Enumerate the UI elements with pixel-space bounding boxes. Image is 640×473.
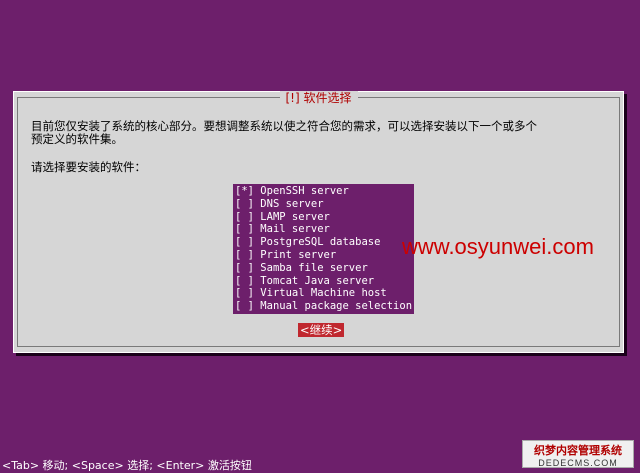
checkbox-mark[interactable]: [ ]: [235, 249, 254, 261]
software-checkbox-item[interactable]: [ ] Mail server: [235, 223, 414, 236]
software-list[interactable]: [*] OpenSSH server[ ] DNS server[ ] LAMP…: [233, 184, 414, 314]
checkbox-label: Mail server: [260, 223, 330, 236]
checkbox-mark[interactable]: [*]: [235, 185, 254, 197]
description-line-2: 预定义的软件集。: [31, 132, 123, 146]
checkbox-label: LAMP server: [260, 210, 330, 223]
checkbox-label: Virtual Machine host: [260, 287, 387, 300]
software-checkbox-item[interactable]: [ ] DNS server: [235, 198, 414, 211]
software-checkbox-item[interactable]: [ ] Tomcat Java server: [235, 275, 414, 288]
software-checkbox-item[interactable]: [ ] LAMP server: [235, 211, 414, 224]
checkbox-label: Tomcat Java server: [260, 274, 375, 287]
software-selection-dialog: [!] 软件选择 目前您仅安装了系统的核心部分。要想调整系统以使之符合您的需求，…: [13, 91, 624, 353]
logo-line-2: DEDECMS.COM: [538, 458, 618, 468]
checkbox-mark[interactable]: [ ]: [235, 223, 254, 235]
software-checkbox-item[interactable]: [ ] Print server: [235, 249, 414, 262]
watermark-text: www.osyunwei.com: [402, 234, 594, 259]
checkbox-mark[interactable]: [ ]: [235, 198, 254, 210]
dialog-title: [!] 软件选择: [18, 89, 619, 106]
checkbox-label: Manual package selection: [260, 300, 413, 313]
dialog-description: 目前您仅安装了系统的核心部分。要想调整系统以使之符合您的需求，可以选择安装以下一…: [31, 120, 616, 146]
checkbox-label: OpenSSH server: [260, 185, 349, 197]
continue-button[interactable]: <继续>: [298, 323, 345, 337]
checkbox-label: PostgreSQL database: [260, 236, 381, 249]
checkbox-mark[interactable]: [ ]: [235, 275, 254, 287]
checkbox-label: Print server: [260, 248, 337, 261]
logo-line-1: 织梦内容管理系统: [534, 445, 622, 457]
checkbox-mark[interactable]: [ ]: [235, 236, 254, 248]
software-checkbox-item[interactable]: [ ] PostgreSQL database: [235, 236, 414, 249]
software-checkbox-item[interactable]: [ ] Samba file server: [235, 262, 414, 275]
software-checkbox-item[interactable]: [ ] Manual package selection: [235, 300, 414, 313]
checkbox-mark[interactable]: [ ]: [235, 287, 254, 299]
checkbox-label: DNS server: [260, 197, 324, 210]
checkbox-label: Samba file server: [260, 261, 368, 274]
checkbox-mark[interactable]: [ ]: [235, 300, 254, 312]
checkbox-mark[interactable]: [ ]: [235, 262, 254, 274]
status-bar: <Tab> 移动; <Space> 选择; <Enter> 激活按钮: [2, 459, 252, 472]
dialog-frame: [!] 软件选择 目前您仅安装了系统的核心部分。要想调整系统以使之符合您的需求，…: [17, 91, 620, 347]
software-checkbox-item[interactable]: [ ] Virtual Machine host: [235, 287, 414, 300]
logo: 织梦内容管理系统 DEDECMS.COM: [522, 440, 634, 468]
checkbox-mark[interactable]: [ ]: [235, 211, 254, 223]
dialog-prompt: 请选择要安装的软件：: [31, 160, 146, 174]
software-checkbox-item[interactable]: [*] OpenSSH server: [235, 185, 414, 198]
